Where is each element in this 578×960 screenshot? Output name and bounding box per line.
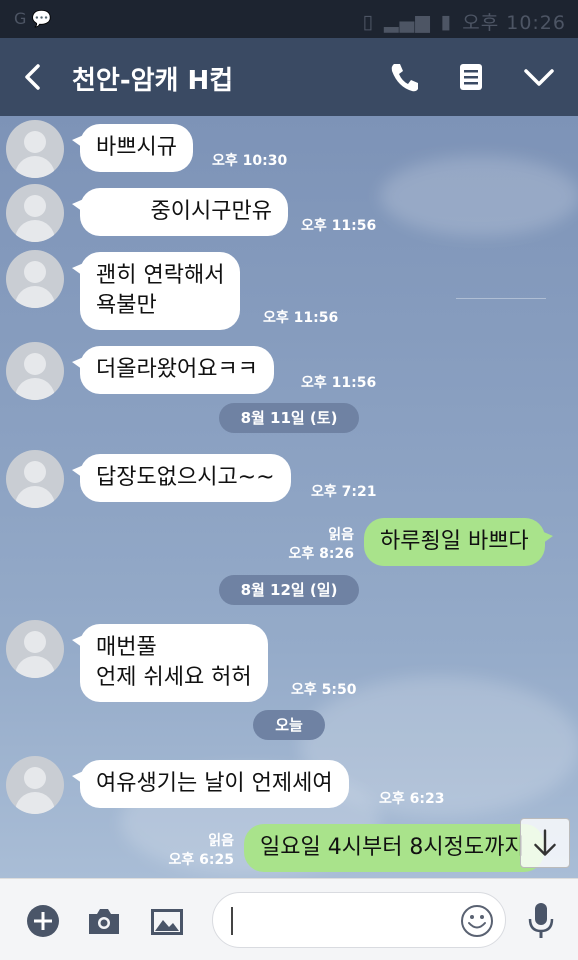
list-icon[interactable] bbox=[452, 58, 490, 96]
avatar[interactable] bbox=[6, 620, 64, 678]
text-caret bbox=[231, 907, 233, 935]
avatar[interactable] bbox=[6, 250, 64, 308]
chevron-left-icon[interactable] bbox=[18, 58, 48, 96]
smiley-icon[interactable] bbox=[459, 903, 495, 939]
camera-icon[interactable] bbox=[86, 903, 122, 939]
status-right: ▯ ▂▄▆ ▮ 오후 10:26 bbox=[362, 8, 566, 35]
microphone-icon[interactable] bbox=[523, 901, 559, 941]
message-bubble[interactable]: 답장도없으시고~~ bbox=[72, 454, 291, 502]
message-bubble[interactable]: 매번풀 언제 쉬세요 허허 bbox=[72, 624, 268, 702]
message-field[interactable] bbox=[212, 892, 506, 948]
chat-header: 천안-암캐 H컵 bbox=[0, 38, 578, 116]
background-cloud bbox=[380, 156, 578, 236]
phone-icon[interactable] bbox=[386, 58, 424, 96]
plus-circle-icon[interactable] bbox=[25, 903, 61, 939]
message-time: 오후 11:56 bbox=[301, 375, 377, 391]
message-bubble[interactable]: 더올라왔어요ㅋㅋ bbox=[72, 346, 274, 394]
message-input[interactable] bbox=[237, 901, 457, 941]
date-divider: 8월 11일 (토) bbox=[219, 403, 359, 433]
message-time: 오후 7:21 bbox=[311, 484, 377, 500]
status-bar: G 💬 ▯ ▂▄▆ ▮ 오후 10:26 bbox=[0, 0, 578, 38]
avatar[interactable] bbox=[6, 756, 64, 814]
message-time: 오후 8:26 bbox=[288, 546, 354, 562]
message-input-bar bbox=[0, 878, 578, 960]
date-divider: 오늘 bbox=[253, 710, 325, 740]
read-receipt: 읽음 bbox=[328, 527, 354, 543]
image-icon[interactable] bbox=[149, 903, 185, 939]
avatar[interactable] bbox=[6, 120, 64, 178]
avatar[interactable] bbox=[6, 450, 64, 508]
message-bubble[interactable]: 바쁘시규 bbox=[72, 124, 193, 172]
message-bubble[interactable]: 중이시구만유 bbox=[72, 188, 288, 236]
message-bubble[interactable]: 여유생기는 날이 언제세여 bbox=[72, 760, 349, 808]
avatar[interactable] bbox=[6, 342, 64, 400]
background-line bbox=[456, 298, 546, 299]
vibrate-icon: ▯ bbox=[362, 10, 374, 33]
avatar[interactable] bbox=[6, 184, 64, 242]
message-bubble[interactable]: 괜히 연락해서 욕불만 bbox=[71, 252, 241, 330]
status-time: 오후 10:26 bbox=[462, 12, 566, 34]
message-time: 오후 5:50 bbox=[291, 682, 357, 698]
chat-title[interactable]: 천안-암캐 H컵 bbox=[72, 60, 233, 97]
signal-icon: ▂▄▆ bbox=[383, 10, 431, 33]
message-time: 오후 11:56 bbox=[301, 218, 377, 234]
message-time: 오후 6:25 bbox=[168, 852, 234, 868]
date-divider: 8월 12일 (일) bbox=[219, 575, 359, 605]
my-message-bubble[interactable]: 일요일 4시부터 8시정도까지 bbox=[244, 824, 544, 872]
my-message-bubble[interactable]: 하루죙일 바쁘다 bbox=[364, 518, 553, 566]
battery-icon: ▮ bbox=[440, 10, 453, 33]
message-time: 오후 6:23 bbox=[379, 791, 445, 807]
read-receipt: 읽음 bbox=[208, 833, 234, 849]
message-time: 오후 11:56 bbox=[263, 310, 339, 326]
chevron-down-icon[interactable] bbox=[520, 58, 558, 96]
chat-area[interactable]: 바쁘시규 오후 10:30 중이시구만유 오후 11:56 괜히 연락해서 욕불… bbox=[0, 116, 578, 878]
scroll-down-icon[interactable] bbox=[520, 818, 570, 868]
status-left-icons: G 💬 bbox=[14, 9, 52, 28]
message-time: 오후 10:30 bbox=[212, 153, 288, 169]
